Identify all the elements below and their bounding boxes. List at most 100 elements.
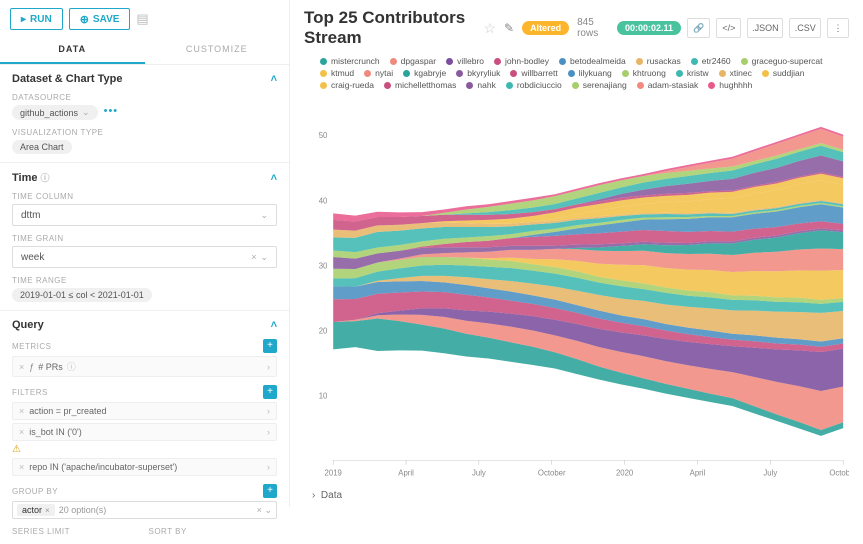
svg-text:50: 50 [319,131,328,140]
save-button[interactable]: ⊕ SAVE [69,8,131,30]
legend-item[interactable]: kristw [676,68,709,78]
time-column-select[interactable]: dttm ⌄ [12,204,277,226]
legend-item[interactable]: betodealmeida [559,56,626,66]
svg-text:2020: 2020 [616,468,634,477]
more-menu-icon[interactable]: ⋮ [827,18,849,38]
altered-badge[interactable]: Altered [522,21,569,35]
run-label: RUN [30,14,52,25]
link-button[interactable]: 🔗 [687,18,710,38]
groupby-select[interactable]: actor × 20 option(s) × ⌄ [12,501,277,519]
data-section-toggle[interactable]: › Data [304,490,849,501]
legend-item[interactable]: robdiciuccio [506,80,562,90]
time-grain-value: week [21,252,44,263]
legend-swatch [506,82,513,89]
filter-chip[interactable]: × repo IN ('apache/incubator-superset') … [12,458,277,476]
chevron-right-icon: › [267,462,270,472]
legend-item[interactable]: michelletthomas [384,80,456,90]
legend-label: ktmud [331,68,354,78]
edit-icon[interactable]: ✎ [504,21,514,35]
chevron-up-icon: ˄ [271,73,277,85]
panel-time: Time ⓘ ˄ TIME COLUMN dttm ⌄ TIME GRAIN w… [0,163,289,311]
chevron-right-icon: › [267,427,270,437]
star-icon[interactable]: ☆ [483,20,496,37]
legend-item[interactable]: nytai [364,68,393,78]
legend-item[interactable]: john-bodley [494,56,549,66]
metric-chip[interactable]: × ƒ # PRs ⓘ › [12,356,277,377]
datasource-more-icon[interactable]: ••• [104,105,119,117]
legend-item[interactable]: lilykuang [568,68,612,78]
add-groupby-button[interactable]: + [263,484,277,498]
remove-icon[interactable]: × [19,406,24,416]
run-button[interactable]: ▸ RUN [10,8,63,30]
legend-swatch [510,70,517,77]
legend-label: dpgaspar [401,56,436,66]
legend-label: craig-rueda [331,80,374,90]
svg-text:April: April [690,468,706,477]
time-range-pill[interactable]: 2019-01-01 ≤ col < 2021-01-01 [12,288,152,302]
remove-icon[interactable]: × [19,362,24,372]
stream-chart[interactable]: 10203040502019AprilJulyOctober2020AprilJ… [304,96,849,484]
remove-icon[interactable]: × [19,462,24,472]
viz-type-pill[interactable]: Area Chart [12,140,72,154]
time-grain-select[interactable]: week ×⌄ [12,246,277,268]
legend-item[interactable]: bkyryliuk [456,68,500,78]
info-icon: ⓘ [41,173,50,183]
svg-text:October: October [538,468,566,477]
chevron-right-icon: › [267,362,270,372]
legend-item[interactable]: hughhhh [708,80,752,90]
tab-data[interactable]: DATA [0,36,145,64]
groupby-label: GROUP BY [12,487,58,496]
json-button[interactable]: .JSON [747,18,783,38]
csv-button[interactable]: .CSV [789,18,821,38]
embed-button[interactable]: </> [716,18,741,38]
add-metric-button[interactable]: + [263,339,277,353]
legend-swatch [364,70,371,77]
filter-chip[interactable]: × is_bot IN ('0') › [12,423,277,441]
legend-label: betodealmeida [570,56,626,66]
legend-item[interactable]: mistercrunch [320,56,380,66]
legend-item[interactable]: craig-rueda [320,80,374,90]
tab-customize[interactable]: CUSTOMIZE [145,36,290,64]
legend-swatch [559,58,566,65]
panel-time-header[interactable]: Time ⓘ ˄ [12,171,277,184]
panel-dataset-header[interactable]: Dataset & Chart Type ˄ [12,73,277,85]
legend-label: nytai [375,68,393,78]
legend-item[interactable]: villebro [446,56,484,66]
legend-swatch [403,70,410,77]
function-icon: ƒ [29,362,34,372]
add-filter-button[interactable]: + [263,385,277,399]
legend-item[interactable]: nahk [466,80,495,90]
svg-text:2019: 2019 [325,468,343,477]
filter-chip[interactable]: × action = pr_created › [12,402,277,420]
legend-item[interactable]: graceguo-supercat [741,56,823,66]
panel-query-header[interactable]: Query ˄ [12,319,277,331]
explore-sidebar: ▸ RUN ⊕ SAVE ▤ DATA CUSTOMIZE Dataset & … [0,0,290,507]
svg-text:October: October [829,468,849,477]
legend-item[interactable]: kgabryje [403,68,446,78]
legend-item[interactable]: rusackas [636,56,681,66]
legend-item[interactable]: adam-stasiak [637,80,699,90]
properties-icon[interactable]: ▤ [136,11,148,27]
legend-label: graceguo-supercat [752,56,823,66]
svg-text:10: 10 [319,391,328,400]
legend-item[interactable]: willbarrett [510,68,557,78]
datasource-pill[interactable]: github_actions ⌄ [12,105,98,120]
legend-item[interactable]: etr2460 [691,56,731,66]
series-limit-label: SERIES LIMIT [12,527,141,536]
chevron-right-icon: › [312,490,315,501]
time-column-label: TIME COLUMN [12,192,277,201]
legend-item[interactable]: serenajiang [572,80,627,90]
warning-icon: ⚠ [12,444,277,455]
legend-label: villebro [457,56,484,66]
clear-icon[interactable]: × [257,505,262,515]
legend-item[interactable]: ktmud [320,68,354,78]
remove-icon[interactable]: × [19,427,24,437]
legend-item[interactable]: khtruong [622,68,666,78]
legend-item[interactable]: suddjian [762,68,805,78]
legend-item[interactable]: dpgaspar [390,56,436,66]
clear-icon[interactable]: × [251,252,256,263]
legend-item[interactable]: xtinec [719,68,752,78]
chart-legend: mistercrunch dpgaspar villebro john-bodley b… [304,56,849,90]
query-timing: 00:00:02.11 [617,21,681,35]
groupby-tag[interactable]: actor × [17,504,55,516]
